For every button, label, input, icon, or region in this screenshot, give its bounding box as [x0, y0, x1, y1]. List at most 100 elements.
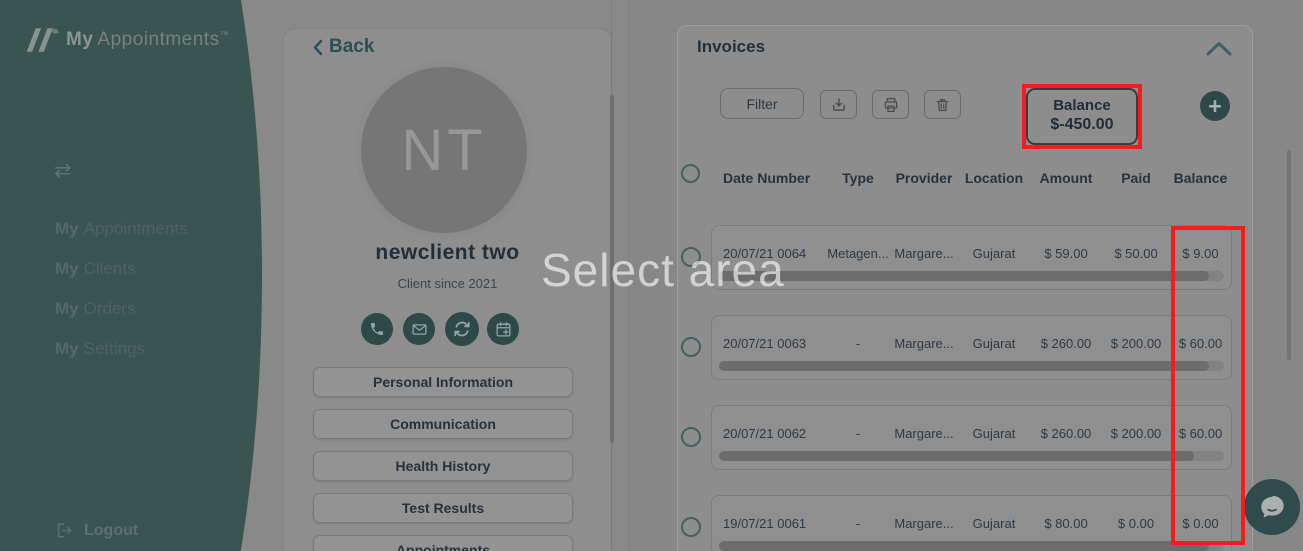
row-checkbox[interactable] — [681, 247, 701, 267]
logout-icon — [55, 521, 74, 540]
sync-button[interactable] — [445, 312, 479, 346]
invoice-balance: $ 60.00 — [1169, 336, 1232, 351]
avatar: NT — [355, 61, 533, 239]
appointments-button[interactable]: Appointments — [313, 535, 573, 551]
invoice-balance: $ 60.00 — [1169, 426, 1232, 441]
invoice-table-header: Date Number Type Provider Location Amoun… — [711, 170, 1232, 186]
health-history-button[interactable]: Health History — [313, 451, 573, 481]
invoice-date: 19/07/21 — [723, 516, 774, 531]
balance-summary-button[interactable]: Balance $-450.00 — [1026, 88, 1138, 145]
client-panel-scrollbar[interactable] — [610, 95, 614, 443]
invoice-paid: $ 0.00 — [1103, 516, 1169, 531]
invoice-row-data: 20/07/21 0064 Metagen... Margare... Guja… — [711, 243, 1232, 263]
invoice-location: Gujarat — [959, 516, 1029, 531]
calendar-add-button[interactable] — [487, 313, 519, 345]
column-header-location[interactable]: Location — [959, 170, 1029, 186]
communication-button[interactable]: Communication — [313, 409, 573, 439]
sidebar-item-settings[interactable]: MySettings — [55, 339, 188, 379]
sidebar-item-orders[interactable]: MyOrders — [55, 299, 188, 339]
invoice-type: - — [827, 426, 889, 441]
row-checkbox[interactable] — [681, 337, 701, 357]
email-icon — [411, 321, 428, 338]
invoice-amount: $ 260.00 — [1029, 426, 1103, 441]
row-horizontal-scrollbar[interactable] — [719, 541, 1224, 551]
column-header-balance[interactable]: Balance — [1169, 170, 1232, 186]
invoice-paid: $ 200.00 — [1103, 426, 1169, 441]
client-since: Client since 2021 — [283, 276, 612, 291]
phone-icon — [369, 321, 385, 337]
client-name: newclient two — [283, 241, 612, 265]
delete-button[interactable] — [924, 90, 961, 119]
invoice-date: 20/07/21 — [723, 336, 774, 351]
sync-icon — [453, 320, 471, 338]
invoice-type: - — [827, 336, 889, 351]
collapse-invoices-button[interactable] — [1206, 41, 1232, 56]
invoice-type: Metagen... — [827, 246, 889, 261]
column-header-type[interactable]: Type — [827, 170, 889, 186]
avatar-initials: NT — [401, 117, 486, 184]
invoice-row-data: 19/07/21 0061 - Margare... Gujarat $ 80.… — [711, 513, 1232, 533]
invoice-row-data: 20/07/21 0062 - Margare... Gujarat $ 260… — [711, 423, 1232, 443]
plus-icon: + — [1208, 93, 1221, 120]
invoice-number: 0061 — [777, 516, 806, 531]
add-invoice-button[interactable]: + — [1200, 91, 1230, 121]
chat-bubble-icon — [1255, 490, 1289, 524]
column-header-paid[interactable]: Paid — [1103, 170, 1169, 186]
chat-widget-button[interactable] — [1244, 479, 1300, 535]
filter-button[interactable]: Filter — [720, 88, 804, 119]
download-icon — [830, 96, 848, 114]
invoices-title: Invoices — [697, 37, 765, 57]
column-header-provider[interactable]: Provider — [889, 170, 959, 186]
back-label: Back — [329, 36, 374, 58]
print-button[interactable] — [872, 90, 909, 119]
app-logo: MyAppointments™ — [24, 26, 229, 54]
personal-information-button[interactable]: Personal Information — [313, 367, 573, 397]
invoice-number: 0063 — [777, 336, 806, 351]
invoice-row-data: 20/07/21 0063 - Margare... Gujarat $ 260… — [711, 333, 1232, 353]
invoice-date: 20/07/21 — [723, 426, 774, 441]
download-button[interactable] — [820, 90, 857, 119]
invoice-paid: $ 200.00 — [1103, 336, 1169, 351]
logout-button[interactable]: Logout — [55, 521, 138, 540]
email-button[interactable] — [403, 313, 435, 345]
invoice-date: 20/07/21 — [723, 246, 774, 261]
row-horizontal-scrollbar[interactable] — [719, 271, 1224, 281]
row-horizontal-scrollbar[interactable] — [719, 451, 1224, 461]
invoice-balance: $ 0.00 — [1169, 516, 1232, 531]
invoice-location: Gujarat — [959, 336, 1029, 351]
invoice-number: 0064 — [777, 246, 806, 261]
back-chevron-icon — [313, 39, 323, 56]
invoice-amount: $ 59.00 — [1029, 246, 1103, 261]
invoice-location: Gujarat — [959, 246, 1029, 261]
column-header-amount[interactable]: Amount — [1029, 170, 1103, 186]
select-all-checkbox[interactable] — [681, 164, 700, 183]
invoice-location: Gujarat — [959, 426, 1029, 441]
sidebar-item-clients[interactable]: MyClients — [55, 259, 188, 299]
test-results-button[interactable]: Test Results — [313, 493, 573, 523]
invoice-amount: $ 260.00 — [1029, 336, 1103, 351]
row-horizontal-scrollbar[interactable] — [719, 361, 1224, 371]
chevron-up-icon — [1206, 41, 1232, 56]
balance-summary-label: Balance — [1028, 97, 1136, 114]
row-checkbox[interactable] — [681, 427, 701, 447]
invoice-provider: Margare... — [889, 426, 959, 441]
back-button[interactable]: Back — [313, 36, 374, 58]
invoice-amount: $ 80.00 — [1029, 516, 1103, 531]
invoice-balance: $ 9.00 — [1169, 246, 1232, 261]
balance-summary-value: $-450.00 — [1028, 116, 1136, 134]
trademark: ™ — [220, 30, 230, 40]
logo-mountains-icon — [24, 26, 60, 54]
app-screenshot: MyAppointments™ ⇄ MyAppointments MyClien… — [0, 0, 1303, 551]
row-checkbox[interactable] — [681, 517, 701, 537]
sidebar-collapse-icon[interactable]: ⇄ — [54, 158, 72, 183]
invoice-type: - — [827, 516, 889, 531]
column-header-date-number[interactable]: Date Number — [711, 170, 827, 186]
calendar-add-icon — [495, 321, 512, 338]
invoice-paid: $ 50.00 — [1103, 246, 1169, 261]
logout-label: Logout — [84, 522, 138, 540]
phone-button[interactable] — [361, 313, 393, 345]
page-scrollbar[interactable] — [1287, 150, 1291, 360]
invoice-provider: Margare... — [889, 336, 959, 351]
sidebar-item-appointments[interactable]: MyAppointments — [55, 219, 188, 259]
logo-text: MyAppointments™ — [66, 29, 229, 51]
